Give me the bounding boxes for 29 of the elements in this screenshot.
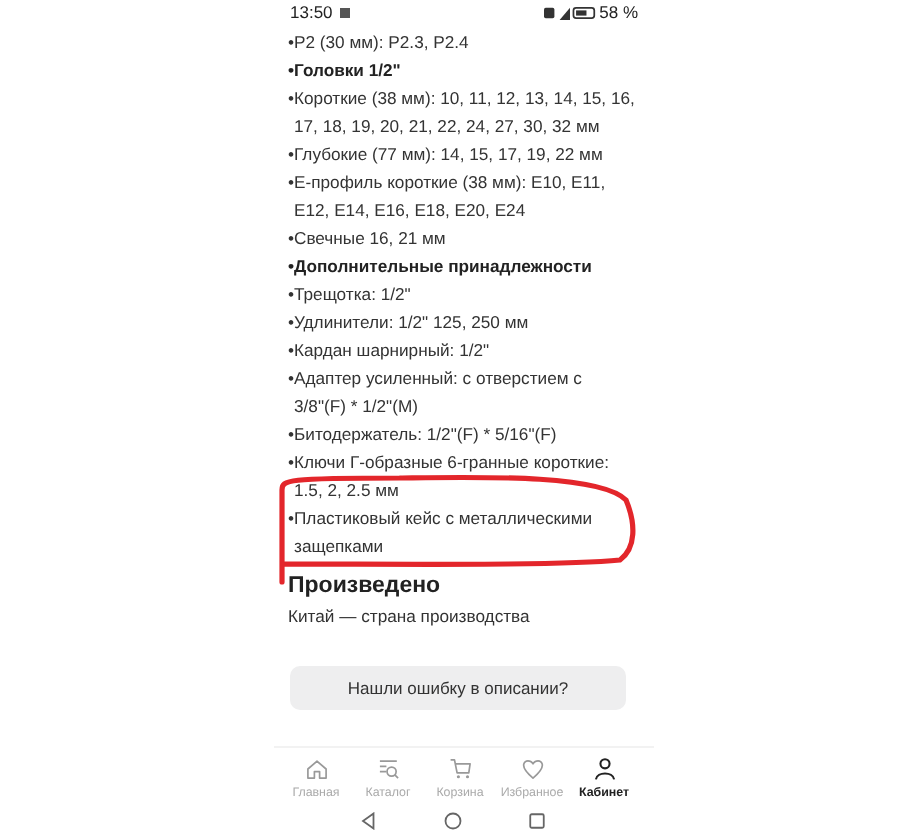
home-circle-icon[interactable] <box>443 812 461 830</box>
spec-item: •Пластиковый кейс с металлическими защепками <box>288 506 595 560</box>
spec-item: •Удлинители: 1/2" 125, 250 мм <box>288 310 531 336</box>
recents-icon[interactable] <box>527 812 545 830</box>
back-icon[interactable] <box>359 812 377 830</box>
person-icon <box>591 756 617 782</box>
cart-icon <box>447 756 473 782</box>
spec-item: •Глубокие (77 мм): 14, 15, 17, 19, 22 мм <box>288 142 605 168</box>
catalog-search-icon <box>375 756 401 782</box>
status-icons <box>543 3 596 21</box>
spec-item: •Кардан шарнирный: 1/2" <box>288 338 492 364</box>
home-icon <box>303 756 329 782</box>
spec-item: •Свечные 16, 21 мм <box>288 226 448 252</box>
spec-item: •Трещотка: 1/2" <box>288 282 413 308</box>
origin-text: Китай — страна производства <box>288 604 532 630</box>
spec-item: •Ключи Г-образные 6-гранные короткие: 1.5, 2, 2.5 мм <box>288 450 611 504</box>
spec-item: •Короткие (38 мм): 10, 11, 12, 13, 14, 15, 16, 17, 18, 19, 20, 21, 22, 24, 27, 30, 32 мм <box>288 86 637 140</box>
heart-icon <box>519 756 545 782</box>
section-heading: •Дополнительные принадлежности <box>288 254 594 280</box>
spec-item: •Адаптер усиленный: с отверстием с 3/8"(F) * 1/2"(M) <box>288 366 584 420</box>
section-heading: •Головки 1/2" <box>288 58 403 84</box>
notification-icon <box>340 7 351 17</box>
spec-item: •Е-профиль короткие (38 мм): E10, E11, E12, E14, E16, E18, E20, E24 <box>288 170 608 224</box>
battery-percent: 58 % <box>599 2 638 22</box>
report-error-button[interactable]: Нашли ошибку в описании? <box>290 666 626 710</box>
origin-title: Произведено <box>288 572 443 600</box>
status-time: 13:50 <box>290 2 333 22</box>
spec-item: •Битодержатель: 1/2"(F) * 5/16"(F) <box>288 422 559 448</box>
spec-item: •P2 (30 мм): P2.3, P2.4 <box>288 30 471 56</box>
